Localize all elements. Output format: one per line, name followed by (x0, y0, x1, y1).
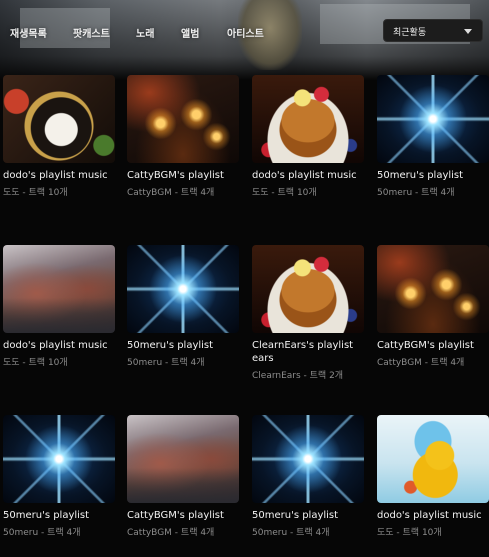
playlist-title[interactable]: 50meru's playlist (377, 169, 489, 182)
playlist-cover-candles[interactable] (377, 245, 489, 333)
playlist-title[interactable]: dodo's playlist music (377, 509, 489, 522)
playlist-cover-mountains[interactable] (127, 415, 239, 503)
playlist-cover-blue-star[interactable] (127, 245, 239, 333)
playlist-title[interactable]: 50meru's playlist (127, 339, 249, 352)
playlist-cover-blue-star[interactable] (3, 415, 115, 503)
playlist-cover-pancakes[interactable] (252, 245, 364, 333)
playlist-subtitle: 도도 - 트랙 10개 (3, 358, 68, 368)
sort-dropdown[interactable]: 최근활동 (383, 19, 483, 42)
playlist-title[interactable]: dodo's playlist music (3, 169, 125, 182)
tab-podcasts[interactable]: 팟캐스트 (73, 25, 110, 40)
playlist-subtitle: 50meru - 트랙 4개 (252, 528, 330, 538)
playlist-title[interactable]: ClearnEars's playlist ears (252, 339, 374, 365)
tab-albums[interactable]: 앨범 (181, 25, 199, 40)
playlist-subtitle: 50meru - 트랙 4개 (377, 188, 455, 198)
playlist-title[interactable]: dodo's playlist music (3, 339, 125, 352)
playlist-subtitle: ClearnEars - 트랙 2개 (252, 371, 344, 381)
playlist-title[interactable]: CattyBGM's playlist (127, 169, 249, 182)
playlist-subtitle: 50meru - 트랙 4개 (3, 528, 81, 538)
playlist-subtitle: CattyBGM - 트랙 4개 (377, 358, 465, 368)
playlist-subtitle: 도도 - 트랙 10개 (3, 188, 68, 198)
playlist-cover-blue-star[interactable] (252, 415, 364, 503)
tab-playlists[interactable]: 재생목록 (10, 25, 47, 40)
playlist-subtitle: CattyBGM - 트랙 4개 (127, 528, 215, 538)
playlist-title[interactable]: CattyBGM's playlist (377, 339, 489, 352)
playlist-title[interactable]: 50meru's playlist (3, 509, 125, 522)
playlist-subtitle: 도도 - 트랙 10개 (377, 528, 442, 538)
sort-label: 최근활동 (393, 28, 427, 38)
playlist-title[interactable]: CattyBGM's playlist (127, 509, 249, 522)
playlist-title[interactable]: dodo's playlist music (252, 169, 374, 182)
playlist-subtitle: CattyBGM - 트랙 4개 (127, 188, 215, 198)
tab-artists[interactable]: 아티스트 (227, 25, 264, 40)
playlist-subtitle: 도도 - 트랙 10개 (252, 188, 317, 198)
playlist-cover-blue-star[interactable] (377, 75, 489, 163)
playlist-cover-rubber-duck[interactable] (377, 415, 489, 503)
playlist-cover-food-bowl[interactable] (3, 75, 115, 163)
playlist-subtitle: 50meru - 트랙 4개 (127, 358, 205, 368)
playlist-cover-pancakes[interactable] (252, 75, 364, 163)
filter-tabs: 재생목록 팟캐스트 노래 앨범 아티스트 (0, 18, 300, 44)
playlist-cover-candles[interactable] (127, 75, 239, 163)
chevron-down-icon (464, 29, 472, 34)
tab-songs[interactable]: 노래 (136, 25, 154, 40)
playlist-title[interactable]: 50meru's playlist (252, 509, 374, 522)
playlist-cover-mountains[interactable] (3, 245, 115, 333)
